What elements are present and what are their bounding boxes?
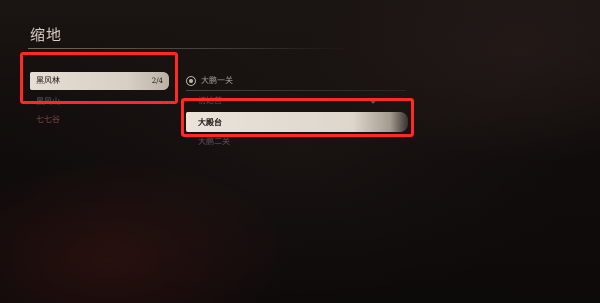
highlight-box-location <box>181 98 414 137</box>
location-group-header[interactable]: 大鹏一关 <box>186 72 406 90</box>
highlight-box-region <box>20 52 178 104</box>
game-screen: 缩地 黑风林 2/4 黑风山 七七谷 大鹏一关 初始营 ◆ 大殿台 大鹏二关 <box>0 0 600 303</box>
title-divider <box>28 48 348 49</box>
location-pin-icon <box>186 76 196 86</box>
page-title: 缩地 <box>30 26 63 44</box>
location-group-label: 大鹏一关 <box>201 76 233 85</box>
region-item[interactable]: 七七谷 <box>30 111 156 129</box>
location-divider <box>186 90 406 91</box>
